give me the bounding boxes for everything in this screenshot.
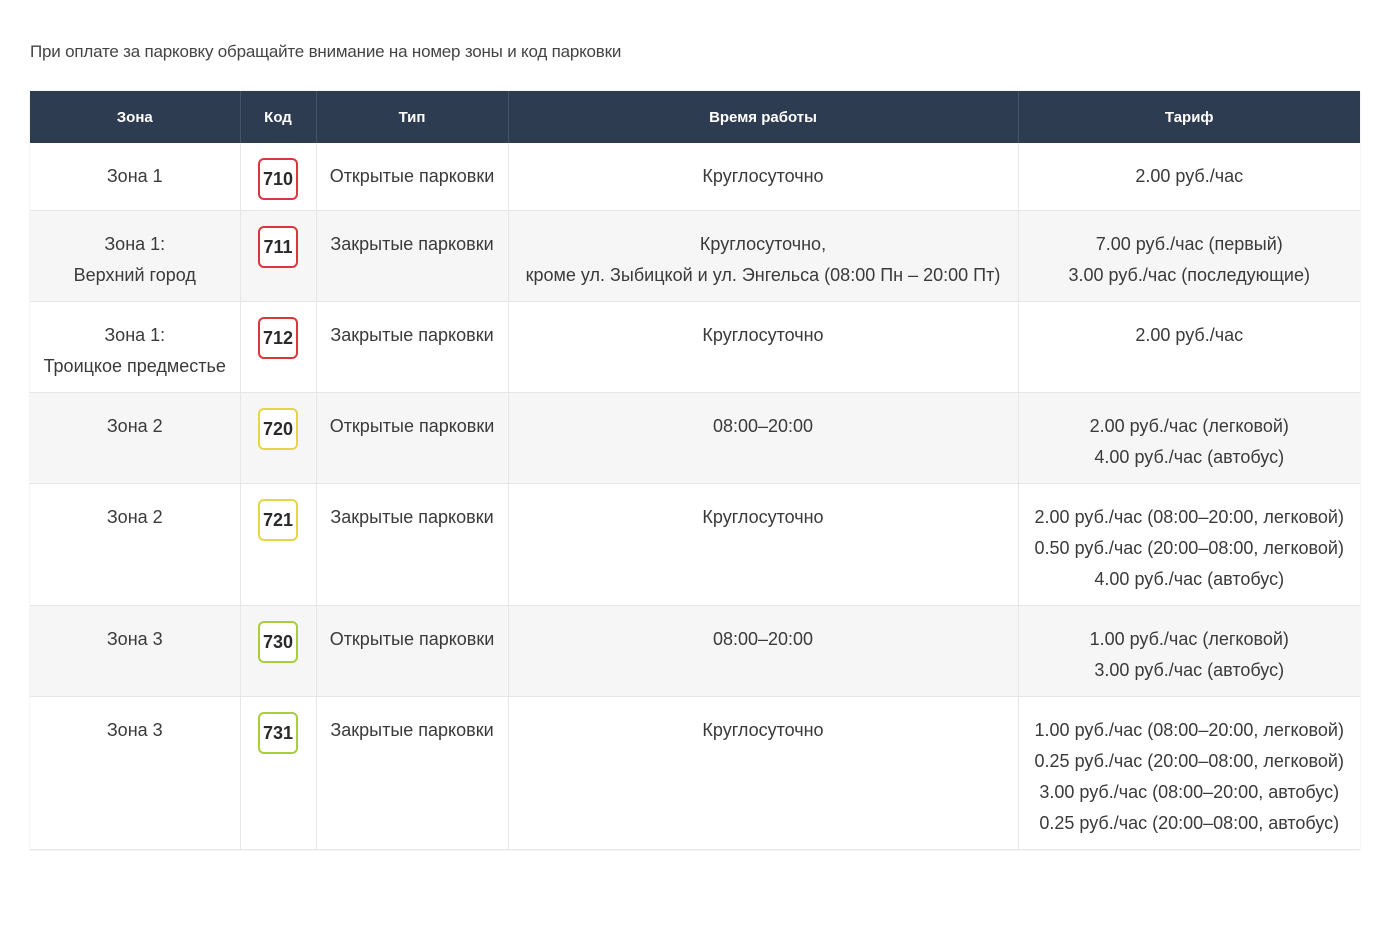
code-cell: 730	[240, 605, 317, 697]
zone-cell: Зона 1: Верхний город	[30, 210, 241, 302]
zone-line: Верхний город	[73, 265, 196, 285]
parking-code-badge: 710	[258, 158, 298, 200]
type-cell: Закрытые парковки	[316, 301, 509, 393]
zone-line: Зона 3	[106, 720, 163, 740]
table-row: Зона 1: Верхний город 711 Закрытые парковки…	[30, 210, 1360, 302]
tariff-line: 4.00 руб./час (автобус)	[1094, 569, 1285, 589]
hours-cell: Круглосуточно	[508, 301, 1019, 393]
hours-line: 08:00–20:00	[712, 629, 814, 649]
hours-cell: 08:00–20:00	[508, 392, 1019, 484]
hours-line: Круглосуточно,	[699, 234, 827, 254]
header-tariff: Тариф	[1018, 91, 1360, 143]
hours-cell: Круглосуточно	[508, 696, 1019, 850]
zone-cell: Зона 2	[30, 392, 241, 484]
tariff-cell: 2.00 руб./час (08:00–20:00, легковой) 0.5…	[1018, 483, 1360, 606]
tariff-line: 0.50 руб./час (20:00–08:00, легковой)	[1034, 538, 1344, 558]
header-code: Код	[240, 91, 317, 143]
zone-line: Зона 1	[106, 166, 163, 186]
tariff-line: 1.00 руб./час (08:00–20:00, легковой)	[1034, 720, 1344, 740]
type-cell: Открытые парковки	[316, 392, 509, 484]
code-cell: 731	[240, 696, 317, 850]
parking-code-badge: 730	[258, 621, 298, 663]
tariff-cell: 2.00 руб./час (легковой) 4.00 руб./час (а…	[1018, 392, 1360, 484]
parking-code-badge: 712	[258, 317, 298, 359]
hours-line: Круглосуточно	[702, 507, 824, 527]
table-row: Зона 3 730 Открытые парковки 08:00–20:00 1.0…	[30, 605, 1360, 697]
tariff-line: 2.00 руб./час (легковой)	[1089, 416, 1289, 436]
parking-zones-table: Зона Код Тип Время работы Тариф Зона 1 71…	[30, 91, 1360, 850]
hours-cell: Круглосуточно	[508, 143, 1019, 211]
code-cell: 721	[240, 483, 317, 606]
table-row: Зона 1 710 Открытые парковки Круглосуточно 2…	[30, 143, 1360, 211]
header-zone: Зона	[30, 91, 241, 143]
code-cell: 712	[240, 301, 317, 393]
parking-code-badge: 731	[258, 712, 298, 754]
zone-cell: Зона 2	[30, 483, 241, 606]
table-row: Зона 2 720 Открытые парковки 08:00–20:00 2.0…	[30, 392, 1360, 484]
tariff-cell: 7.00 руб./час (первый) 3.00 руб./час (пос…	[1018, 210, 1360, 302]
tariff-line: 0.25 руб./час (20:00–08:00, автобус)	[1039, 813, 1340, 833]
tariff-line: 2.00 руб./час	[1135, 166, 1244, 186]
tariff-cell: 2.00 руб./час	[1018, 301, 1360, 393]
tariff-line: 7.00 руб./час (первый)	[1095, 234, 1283, 254]
zone-cell: Зона 1: Троицкое предместье	[30, 301, 241, 393]
zone-cell: Зона 3	[30, 605, 241, 697]
tariff-line: 4.00 руб./час (автобус)	[1094, 447, 1285, 467]
zone-line: Троицкое предместье	[43, 356, 226, 376]
tariff-cell: 1.00 руб./час (08:00–20:00, легковой) 0.2…	[1018, 696, 1360, 850]
tariff-line: 3.00 руб./час (автобус)	[1094, 660, 1285, 680]
type-cell: Открытые парковки	[316, 605, 509, 697]
zone-line: Зона 2	[106, 416, 163, 436]
header-type: Тип	[316, 91, 509, 143]
header-hours: Время работы	[508, 91, 1019, 143]
zone-line: Зона 1:	[104, 234, 166, 254]
tariff-line: 3.00 руб./час (последующие)	[1068, 265, 1311, 285]
zone-cell: Зона 3	[30, 696, 241, 850]
tariff-line: 2.00 руб./час (08:00–20:00, легковой)	[1034, 507, 1344, 527]
zone-line: Зона 2	[106, 507, 163, 527]
hours-line: Круглосуточно	[702, 325, 824, 345]
hours-line: 08:00–20:00	[712, 416, 814, 436]
hours-cell: Круглосуточно, кроме ул. Зыбицкой и ул. Э…	[508, 210, 1019, 302]
tariff-cell: 1.00 руб./час (легковой) 3.00 руб./час (а…	[1018, 605, 1360, 697]
type-cell: Закрытые парковки	[316, 210, 509, 302]
hours-line: кроме ул. Зыбицкой и ул. Энгельса (08:00…	[525, 265, 1001, 285]
table-row: Зона 2 721 Закрытые парковки Круглосуточно 2…	[30, 483, 1360, 606]
tariff-line: 0.25 руб./час (20:00–08:00, легковой)	[1034, 751, 1344, 771]
code-cell: 711	[240, 210, 317, 302]
tariff-cell: 2.00 руб./час	[1018, 143, 1360, 211]
hours-line: Круглосуточно	[702, 166, 824, 186]
code-cell: 710	[240, 143, 317, 211]
table-header-row: Зона Код Тип Время работы Тариф	[30, 91, 1360, 143]
type-cell: Закрытые парковки	[316, 696, 509, 850]
table-row: Зона 3 731 Закрытые парковки Круглосуточно 1…	[30, 696, 1360, 850]
code-cell: 720	[240, 392, 317, 484]
parking-code-badge: 720	[258, 408, 298, 450]
parking-note: При оплате за парковку обращайте внимани…	[30, 42, 622, 61]
table-row: Зона 1: Троицкое предместье 712 Закрытые па…	[30, 301, 1360, 393]
hours-cell: 08:00–20:00	[508, 605, 1019, 697]
zone-line: Зона 3	[106, 629, 163, 649]
zone-line: Зона 1:	[104, 325, 166, 345]
hours-line: Круглосуточно	[702, 720, 824, 740]
tariff-line: 1.00 руб./час (легковой)	[1089, 629, 1289, 649]
tariff-line: 2.00 руб./час	[1135, 325, 1244, 345]
parking-code-badge: 711	[258, 226, 298, 268]
table-body: Зона 1 710 Открытые парковки Круглосуточно 2…	[30, 143, 1360, 850]
type-cell: Закрытые парковки	[316, 483, 509, 606]
tariff-line: 3.00 руб./час (08:00–20:00, автобус)	[1039, 782, 1340, 802]
parking-code-badge: 721	[258, 499, 298, 541]
zone-cell: Зона 1	[30, 143, 241, 211]
hours-cell: Круглосуточно	[508, 483, 1019, 606]
type-cell: Открытые парковки	[316, 143, 509, 211]
